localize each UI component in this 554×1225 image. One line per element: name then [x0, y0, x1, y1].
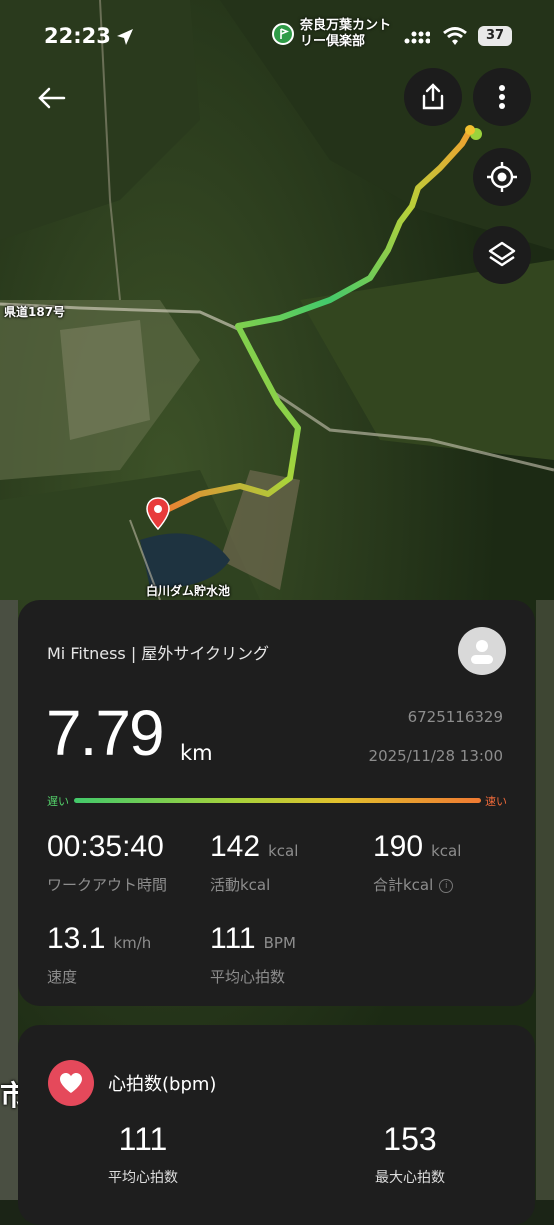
poi-name: 奈良万葉カントリー倶楽部 [300, 18, 392, 49]
workout-id: 6725116329 [407, 708, 503, 726]
distance-unit: km [180, 741, 213, 765]
metric-active-kcal-value: 142 [210, 830, 261, 863]
location-arrow-icon [117, 29, 133, 45]
distance-value: 7.79 [46, 697, 165, 769]
heart-rate-card[interactable]: 心拍数(bpm) 111 平均心拍数 153 最大心拍数 [18, 1025, 535, 1225]
avatar[interactable] [458, 627, 506, 675]
map-label-reservoir: 白川ダム貯水池 [146, 584, 231, 598]
metric-active-kcal: 142 kcal [210, 830, 298, 864]
hr-max-value: 153 [383, 1121, 437, 1157]
more-button[interactable] [473, 68, 531, 126]
locate-icon [487, 162, 517, 192]
signal-icon [404, 31, 430, 44]
locate-button[interactable] [473, 148, 531, 206]
map-label-road: 県道187号 [4, 305, 66, 319]
metric-avg-hr-unit: BPM [263, 934, 296, 952]
metric-speed: 13.1 km/h [47, 922, 151, 956]
workout-datetime: 2025/11/28 13:00 [368, 747, 503, 765]
layers-button[interactable] [473, 226, 531, 284]
heart-icon [60, 1073, 82, 1093]
layers-icon [488, 241, 516, 267]
metric-speed-label: 速度 [47, 968, 78, 986]
golf-icon [272, 23, 294, 45]
hr-avg-label: 平均心拍数 [108, 1170, 178, 1186]
metric-speed-value: 13.1 [47, 922, 106, 955]
speed-legend-fast: 速い [485, 795, 507, 808]
heart-badge [48, 1060, 94, 1106]
metric-total-kcal: 190 kcal [373, 830, 461, 864]
share-button[interactable] [404, 68, 462, 126]
workout-summary-card: Mi Fitness | 屋外サイクリング 7.79 km 6725116329… [18, 600, 535, 1006]
status-bar: 22:23 奈良万葉カントリー倶楽部 37 [0, 18, 554, 58]
metric-duration: 00:35:40 [47, 830, 164, 864]
metric-speed-unit: km/h [113, 934, 152, 952]
metric-duration-value: 00:35:40 [47, 830, 164, 863]
metric-active-kcal-unit: kcal [268, 842, 299, 860]
metric-total-kcal-label-wrap: 合計kcal i [373, 874, 454, 895]
metric-active-kcal-label: 活動kcal [210, 876, 271, 894]
metric-duration-label: ワークアウト時間 [47, 876, 168, 894]
info-icon[interactable]: i [439, 878, 454, 893]
metric-total-kcal-unit: kcal [431, 842, 462, 860]
status-time: 22:23 [44, 24, 111, 48]
wifi-icon [443, 27, 467, 45]
speed-gradient-bar [74, 798, 481, 803]
metric-avg-hr: 111 BPM [210, 922, 296, 956]
poi-marker[interactable]: 奈良万葉カントリー倶楽部 [272, 18, 400, 50]
avatar-icon [471, 640, 493, 664]
workout-source: Mi Fitness | 屋外サイクリング [47, 644, 269, 663]
share-icon [422, 83, 444, 110]
metric-total-kcal-value: 190 [373, 830, 424, 863]
metric-total-kcal-label: 合計kcal [373, 876, 434, 894]
hr-max-label: 最大心拍数 [375, 1170, 445, 1186]
heart-rate-title: 心拍数(bpm) [108, 1074, 217, 1095]
battery-indicator: 37 [478, 26, 512, 46]
pin-icon [146, 497, 170, 531]
speed-legend-slow: 遅い [47, 795, 69, 808]
more-vert-icon [499, 85, 505, 109]
metric-avg-hr-label: 平均心拍数 [210, 968, 286, 986]
metric-avg-hr-value: 111 [210, 922, 256, 955]
back-arrow-icon[interactable] [34, 80, 70, 116]
hr-avg-value: 111 [118, 1121, 168, 1157]
